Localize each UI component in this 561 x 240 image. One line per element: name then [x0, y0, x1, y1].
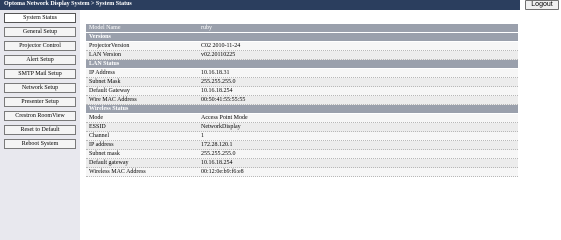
table-row: Subnet Mask 255.255.255.0 [86, 78, 518, 87]
table-row: Default gateway 10.16.18.254 [86, 159, 518, 168]
lan-version-value: v02.20110225 [201, 52, 236, 58]
mode-label: Mode [89, 115, 103, 121]
page-title: Optoma Network Display System > System S… [4, 1, 132, 7]
subnet-label: Subnet Mask [89, 79, 121, 85]
sidebar-item-reboot-system[interactable]: Reboot System [4, 139, 76, 149]
sidebar-item-projector-control[interactable]: Projector Control [4, 41, 76, 51]
logout-button[interactable]: Logout [525, 0, 559, 10]
wireless-subnet-label: Subnet mask [89, 151, 120, 157]
sidebar-item-alert-setup[interactable]: Alert Setup [4, 55, 76, 65]
status-table: Model Name ruby Versions ProjectorVersio… [86, 24, 518, 240]
essid-value: NetworkDisplay [201, 124, 241, 130]
table-row: ProjectorVersion C02 2010-11-24 [86, 42, 518, 51]
table-row: IP address 172.28.120.1 [86, 141, 518, 150]
sidebar-item-system-status[interactable]: System Status [4, 13, 76, 23]
wireless-ip-label: IP address [89, 142, 114, 148]
wireless-mac-label: Wireless MAC Address [89, 169, 146, 175]
sidebar-item-presenter-setup[interactable]: Presenter Setup [4, 97, 76, 107]
projector-version-label: ProjectorVersion [89, 43, 130, 49]
ip-label: IP Address [89, 70, 115, 76]
lan-title: LAN Status [89, 61, 120, 67]
title-bar: Optoma Network Display System > System S… [0, 0, 520, 10]
model-value: ruby [201, 25, 212, 31]
sidebar-item-network-setup[interactable]: Network Setup [4, 83, 76, 93]
wireless-mac-value: 00:12:0e:b9:f6:e8 [201, 169, 244, 175]
ip-value: 10.16.18.31 [201, 70, 230, 76]
table-row: Channel 1 [86, 132, 518, 141]
model-row: Model Name ruby [86, 24, 518, 33]
table-row: IP Address 10.16.18.31 [86, 69, 518, 78]
table-row: Wire MAC Address 00:50:41:55:55:55 [86, 96, 518, 105]
wireless-title: Wireless Status [89, 106, 129, 112]
wireless-section-header: Wireless Status [86, 105, 518, 114]
gateway-value: 10.16.18.254 [201, 88, 233, 94]
wire-mac-label: Wire MAC Address [89, 97, 137, 103]
lan-version-label: LAN Version [89, 52, 122, 58]
table-row: ESSID NetworkDisplay [86, 123, 518, 132]
table-row: Default Gateway 10.16.18.254 [86, 87, 518, 96]
versions-section-header: Versions [86, 33, 518, 42]
table-row: Subnet mask 255.255.255.0 [86, 150, 518, 159]
channel-label: Channel [89, 133, 109, 139]
sidebar-item-smtp-mail-setup[interactable]: SMTP Mail Setup [4, 69, 76, 79]
projector-version-value: C02 2010-11-24 [201, 43, 241, 49]
wireless-subnet-value: 255.255.255.0 [201, 151, 236, 157]
table-row: LAN Version v02.20110225 [86, 51, 518, 60]
versions-title: Versions [89, 34, 111, 40]
wireless-ip-value: 172.28.120.1 [201, 142, 233, 148]
sidebar: System Status General Setup Projector Co… [0, 10, 80, 240]
lan-section-header: LAN Status [86, 60, 518, 69]
sidebar-item-crestron-roomview[interactable]: Crestron RoomView [4, 111, 76, 121]
wire-mac-value: 00:50:41:55:55:55 [201, 97, 246, 103]
table-row: Wireless MAC Address 00:12:0e:b9:f6:e8 [86, 168, 518, 177]
subnet-value: 255.255.255.0 [201, 79, 236, 85]
essid-label: ESSID [89, 124, 106, 130]
mode-value: Access Point Mode [201, 115, 248, 121]
sidebar-item-reset-to-default[interactable]: Reset to Default [4, 125, 76, 135]
wireless-gateway-label: Default gateway [89, 160, 129, 166]
sidebar-item-general-setup[interactable]: General Setup [4, 27, 76, 37]
channel-value: 1 [201, 133, 204, 139]
table-row: Mode Access Point Mode [86, 114, 518, 123]
gateway-label: Default Gateway [89, 88, 130, 94]
wireless-gateway-value: 10.16.18.254 [201, 160, 233, 166]
model-label: Model Name [89, 25, 121, 31]
